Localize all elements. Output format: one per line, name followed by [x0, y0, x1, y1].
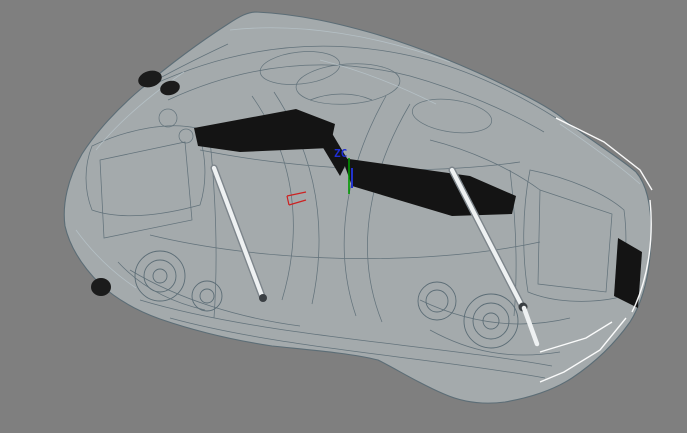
cad-canvas: ZC [0, 0, 687, 433]
cad-viewport[interactable]: ZC [0, 0, 687, 433]
knob-bottom-left [91, 278, 111, 296]
pin-cap-left [259, 294, 267, 302]
z-axis-label: ZC [334, 147, 347, 160]
